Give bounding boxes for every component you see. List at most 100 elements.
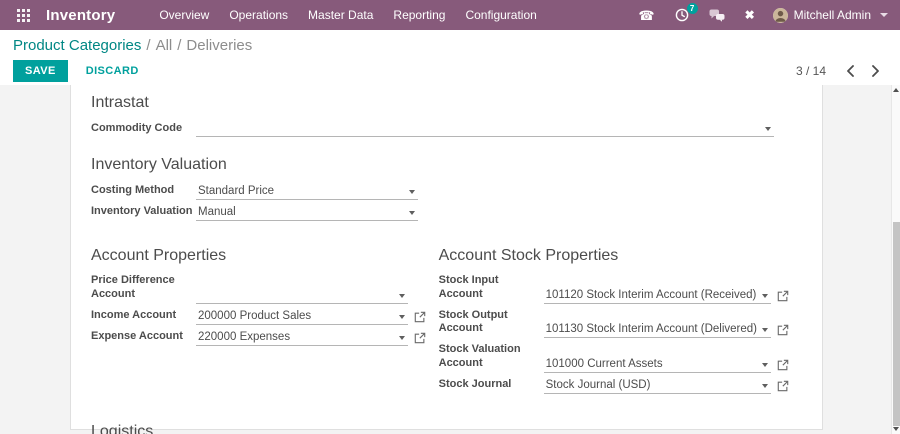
chevron-right-icon bbox=[871, 65, 880, 77]
control-panel: Product Categories/All/Deliveries SAVE D… bbox=[0, 30, 900, 85]
stock-output-account-field[interactable]: 101130 Stock Interim Account (Delivered) bbox=[544, 322, 771, 338]
avatar bbox=[773, 8, 788, 23]
commodity-code-field[interactable] bbox=[196, 121, 774, 137]
form-sheet: Intrastat Commodity Code Inventory Valua… bbox=[70, 85, 823, 430]
field-value: Manual bbox=[198, 206, 404, 218]
field-label-stock-journal: Stock Journal bbox=[439, 378, 544, 394]
stock-valuation-account-field[interactable]: 101000 Current Assets bbox=[544, 357, 771, 373]
section-account-properties: Account Properties Price Difference Acco… bbox=[91, 247, 426, 399]
field-value: 101130 Stock Interim Account (Delivered) bbox=[546, 323, 757, 335]
control-panel-buttons: SAVE DISCARD 3 / 14 bbox=[13, 60, 886, 82]
income-account-field[interactable]: 200000 Product Sales bbox=[196, 309, 408, 325]
tools-button[interactable]: ✖ bbox=[735, 9, 765, 21]
price-difference-account-field[interactable] bbox=[196, 288, 408, 304]
field-row: Expense Account 220000 Expenses bbox=[91, 330, 426, 346]
pager: 3 / 14 bbox=[796, 63, 886, 79]
pager-previous-button[interactable] bbox=[840, 63, 861, 79]
stock-journal-field[interactable]: Stock Journal (USD) bbox=[544, 378, 771, 394]
chevron-down-icon bbox=[880, 13, 888, 17]
field-row: Commodity Code bbox=[91, 121, 774, 137]
menu-configuration[interactable]: Configuration bbox=[455, 0, 546, 30]
breadcrumb-deliveries: Deliveries bbox=[186, 37, 252, 54]
field-row: Price Difference Account bbox=[91, 274, 426, 304]
dropdown-caret-icon[interactable] bbox=[409, 211, 415, 215]
dropdown-caret-icon[interactable] bbox=[399, 336, 405, 340]
accounts-columns: Account Properties Price Difference Acco… bbox=[91, 247, 789, 399]
field-row: Stock Input Account 101120 Stock Interim… bbox=[439, 274, 789, 304]
field-value: 101000 Current Assets bbox=[546, 358, 757, 370]
field-label-costing-method: Costing Method bbox=[91, 184, 196, 200]
costing-method-select[interactable]: Standard Price bbox=[196, 184, 418, 200]
dropdown-caret-icon[interactable] bbox=[765, 127, 771, 131]
dropdown-caret-icon[interactable] bbox=[409, 190, 415, 194]
breadcrumb-all[interactable]: All bbox=[156, 37, 173, 54]
menu-master-data[interactable]: Master Data bbox=[298, 0, 383, 30]
stock-input-account-field[interactable]: 101120 Stock Interim Account (Received) bbox=[544, 288, 771, 304]
external-link-icon[interactable] bbox=[414, 311, 426, 323]
menu-reporting[interactable]: Reporting bbox=[383, 0, 455, 30]
form-view: Intrastat Commodity Code Inventory Valua… bbox=[0, 85, 900, 434]
field-label-price-difference-account: Price Difference Account bbox=[91, 274, 196, 304]
chevron-left-icon bbox=[846, 65, 855, 77]
external-link-icon[interactable] bbox=[414, 332, 426, 344]
section-logistics: Logistics Routes Dropship ✕ Force Remova… bbox=[91, 423, 789, 434]
field-value: Stock Journal (USD) bbox=[546, 379, 757, 391]
field-row: Stock Valuation Account 101000 Current A… bbox=[439, 343, 789, 373]
menu-operations[interactable]: Operations bbox=[219, 0, 298, 30]
inventory-valuation-select[interactable]: Manual bbox=[196, 205, 418, 221]
phone-icon: ☎ bbox=[638, 9, 654, 22]
section-title: Account Stock Properties bbox=[439, 247, 789, 265]
discard-button[interactable]: DISCARD bbox=[76, 61, 149, 81]
section-inventory-valuation: Inventory Valuation Costing Method Stand… bbox=[91, 156, 789, 220]
scrollbar-thumb[interactable] bbox=[893, 222, 900, 426]
dropdown-caret-icon[interactable] bbox=[762, 384, 768, 388]
user-menu[interactable]: Mitchell Admin bbox=[773, 8, 888, 23]
vertical-scrollbar[interactable] bbox=[891, 85, 900, 434]
pager-next-button[interactable] bbox=[865, 63, 886, 79]
external-link-icon[interactable] bbox=[777, 359, 789, 371]
save-button[interactable]: SAVE bbox=[13, 60, 68, 82]
field-value: Standard Price bbox=[198, 185, 404, 197]
scrollbar-up-arrow-icon[interactable] bbox=[893, 88, 899, 92]
apps-menu-button[interactable] bbox=[0, 9, 46, 22]
user-name: Mitchell Admin bbox=[794, 8, 871, 22]
section-account-stock-properties: Account Stock Properties Stock Input Acc… bbox=[439, 247, 789, 399]
expense-account-field[interactable]: 220000 Expenses bbox=[196, 330, 408, 346]
activity-count-badge: 7 bbox=[687, 3, 698, 14]
x-icon: ✖ bbox=[745, 9, 755, 21]
section-title: Account Properties bbox=[91, 247, 426, 265]
phone-button[interactable]: ☎ bbox=[628, 9, 664, 22]
dropdown-caret-icon[interactable] bbox=[762, 328, 768, 332]
external-link-icon[interactable] bbox=[777, 290, 789, 302]
pager-value: 3 / 14 bbox=[796, 64, 826, 78]
field-label-stock-valuation-account: Stock Valuation Account bbox=[439, 343, 544, 373]
breadcrumb-separator: / bbox=[141, 37, 155, 54]
systray: ☎ 7 ✖ bbox=[628, 8, 900, 23]
field-label-expense-account: Expense Account bbox=[91, 330, 196, 346]
field-row: Stock Output Account 101130 Stock Interi… bbox=[439, 309, 789, 339]
field-value: 101120 Stock Interim Account (Received) bbox=[546, 289, 757, 301]
section-title: Logistics bbox=[91, 423, 789, 434]
section-title: Intrastat bbox=[91, 94, 789, 112]
scrollbar-down-arrow-icon[interactable] bbox=[893, 427, 899, 431]
dropdown-caret-icon[interactable] bbox=[762, 294, 768, 298]
dropdown-caret-icon[interactable] bbox=[399, 294, 405, 298]
breadcrumb-product-categories[interactable]: Product Categories bbox=[13, 37, 141, 54]
field-label-income-account: Income Account bbox=[91, 309, 196, 325]
field-value: 200000 Product Sales bbox=[198, 310, 394, 322]
app-name[interactable]: Inventory bbox=[46, 7, 115, 24]
breadcrumb: Product Categories/All/Deliveries bbox=[13, 37, 886, 54]
field-label-inventory-valuation: Inventory Valuation bbox=[91, 205, 196, 221]
main-menu: Overview Operations Master Data Reportin… bbox=[149, 0, 547, 30]
dropdown-caret-icon[interactable] bbox=[399, 315, 405, 319]
field-row: Inventory Valuation Manual bbox=[91, 205, 436, 221]
field-row: Costing Method Standard Price bbox=[91, 184, 436, 200]
external-link-icon[interactable] bbox=[777, 380, 789, 392]
dropdown-caret-icon[interactable] bbox=[762, 363, 768, 367]
messages-button[interactable] bbox=[699, 9, 735, 22]
menu-overview[interactable]: Overview bbox=[149, 0, 219, 30]
apps-grid-icon bbox=[17, 9, 30, 22]
external-link-icon[interactable] bbox=[777, 324, 789, 336]
top-navbar: Inventory Overview Operations Master Dat… bbox=[0, 0, 900, 30]
activities-button[interactable]: 7 bbox=[665, 8, 699, 22]
